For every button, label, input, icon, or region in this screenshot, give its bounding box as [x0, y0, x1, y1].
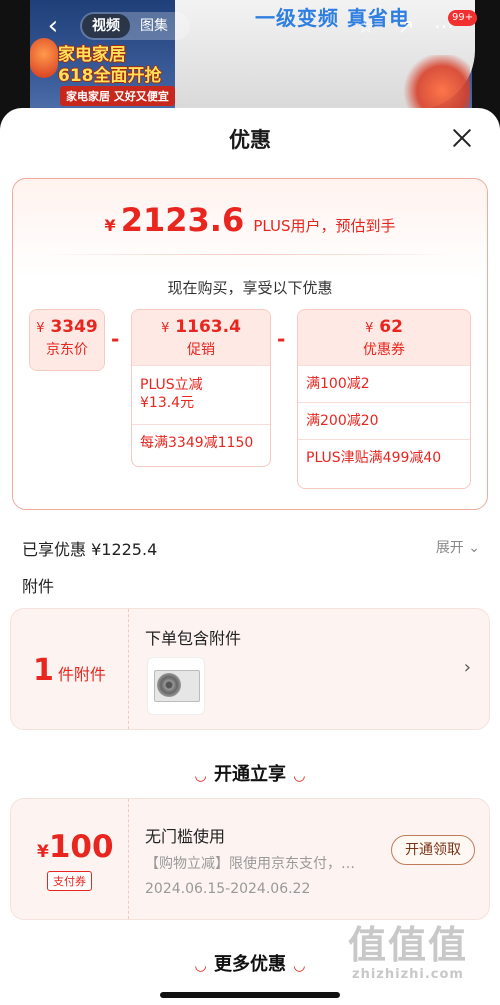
media-tab-switch: 视频 图集 [80, 12, 190, 40]
attachments-section-title: 附件 [22, 577, 55, 596]
promotion-value: ¥ 1163.4 [161, 317, 241, 337]
close-icon[interactable] [448, 124, 476, 152]
payment-coupon-card: ¥100 支付券 无门槛使用 【购物立减】限使用京东支付，… 2024.06.1… [10, 798, 490, 920]
banner-slogan: 一级变频 真省电 [255, 6, 410, 30]
coupon-box: ¥ 62 优惠券 满100减2 满200减20 PLUS津贴满499减40 [297, 309, 471, 489]
coupon-description: 【购物立减】限使用京东支付，… [145, 856, 355, 872]
sheet-title: 优惠 [229, 128, 271, 152]
smile-icon: ◡ [294, 768, 305, 784]
coupon-title: 无门槛使用 [145, 827, 226, 846]
divider [43, 254, 457, 255]
smile-icon: ◡ [294, 958, 305, 974]
final-price: ¥ 2123.6 PLUS用户，预估到手 [13, 201, 487, 239]
mascot-icon [30, 38, 58, 78]
enjoyed-discount: 已享优惠 ¥1225.4 [22, 540, 158, 559]
jd-price-label: 京东价 [46, 342, 88, 358]
final-value: 2123.6 [120, 201, 245, 239]
promotion-label: 促销 [187, 342, 215, 358]
jd-price-value: ¥ 3349 [36, 317, 98, 337]
activate-claim-button[interactable]: 开通领取 [391, 835, 475, 865]
smile-icon: ◡ [195, 958, 206, 974]
plus-section-header: ◡ 开通立享 ◡ [195, 764, 305, 785]
final-tip: PLUS用户，预估到手 [253, 217, 396, 235]
coupon-date-range: 2024.06.15-2024.06.22 [145, 881, 311, 897]
share-icon[interactable]: ↗ [392, 12, 420, 40]
tab-video[interactable]: 视频 [82, 14, 130, 38]
star-icon[interactable]: ☆ [352, 12, 380, 40]
back-icon[interactable]: ‹ [38, 10, 68, 42]
chevron-down-icon: ⌄ [463, 540, 480, 556]
minus-sign-1: - [111, 327, 120, 351]
coupon-amount: ¥100 [37, 829, 114, 865]
discount-sheet: 优惠 ¥ 2123.6 PLUS用户，预估到手 现在购买，享受以下优惠 ¥ 33… [0, 108, 500, 1005]
attachments-title: 下单包含附件 [145, 629, 242, 648]
home-indicator[interactable] [160, 992, 340, 998]
coupon-label: 优惠券 [363, 342, 405, 358]
coupon-tag: 支付券 [47, 871, 92, 891]
promotion-item: PLUS立减 ¥13.4元 [132, 365, 270, 424]
watermark: 值值值 zhizhizhi.com [348, 923, 469, 982]
expand-label: 展开 [435, 540, 464, 556]
promotion-box: ¥ 1163.4 促销 PLUS立减 ¥13.4元 每满3349减1150 [131, 309, 271, 467]
outdoor-unit-thumbnail[interactable] [147, 657, 205, 715]
final-currency: ¥ [104, 216, 116, 235]
chevron-right-icon[interactable]: › [464, 657, 471, 678]
attachment-count: 1 件附件 [33, 653, 106, 688]
now-buy-text: 现在购买，享受以下优惠 [167, 279, 333, 297]
minus-sign-2: - [277, 327, 286, 351]
jd-price-box: ¥ 3349 京东价 [29, 309, 105, 371]
promotion-item: 每满3349减1150 [132, 424, 270, 461]
coupon-value: ¥ 62 [365, 317, 403, 337]
attachments-card[interactable]: 1 件附件 下单包含附件 › [10, 608, 490, 730]
expand-button[interactable]: 展开 ⌄ [436, 537, 480, 557]
banner-decoration [400, 55, 470, 115]
coupon-item: PLUS津贴满499减40 [298, 439, 470, 476]
smile-icon: ◡ [195, 768, 206, 784]
tab-gallery[interactable]: 图集 [130, 14, 178, 38]
promo-line-2: 618全面开抢 [58, 66, 162, 86]
promo-badge: 家电家居 618全面开抢 家电家居 又好又便宜 [30, 30, 175, 110]
promo-line-3: 家电家居 又好又便宜 [60, 86, 175, 106]
message-badge: 99+ [448, 10, 478, 26]
coupon-item: 满200减20 [298, 402, 470, 439]
coupon-item: 满100减2 [298, 365, 470, 402]
price-breakdown-card: ¥ 2123.6 PLUS用户，预估到手 现在购买，享受以下优惠 ¥ 3349 … [12, 178, 488, 510]
